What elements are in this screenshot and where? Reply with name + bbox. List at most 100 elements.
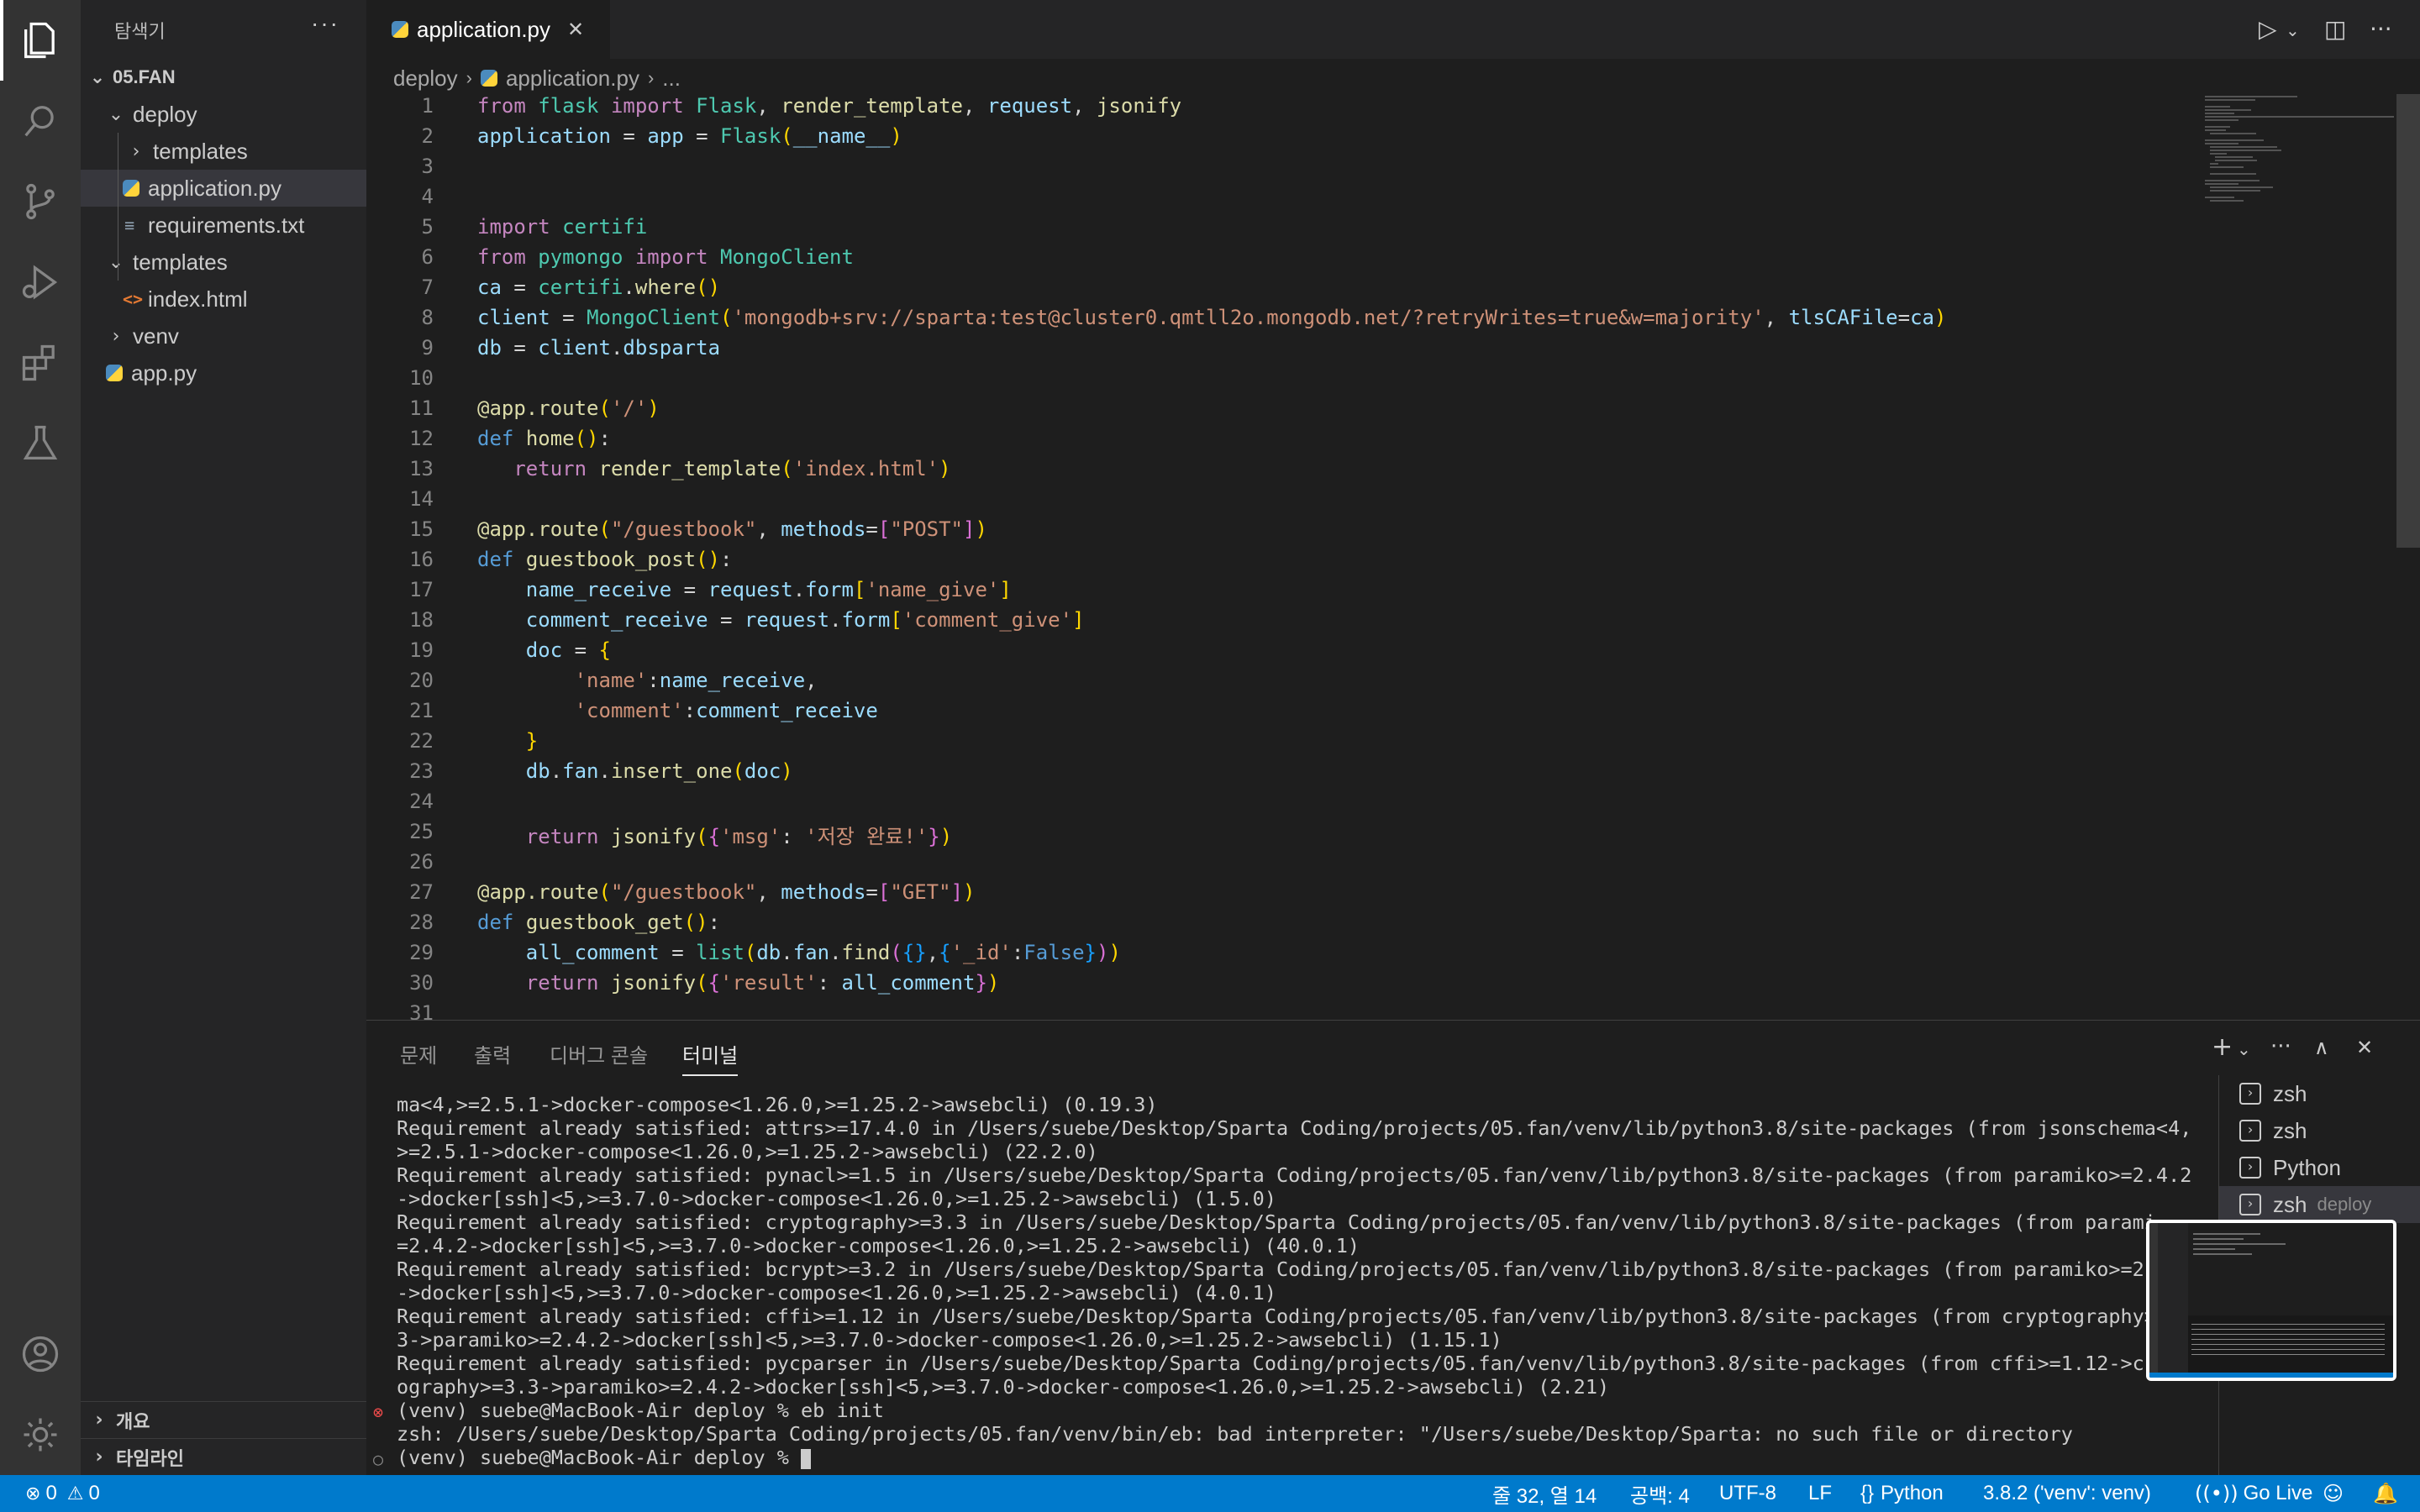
terminal-line: >=2.5.1->docker-compose<1.26.0,>=1.25.2-…: [397, 1140, 1098, 1163]
maximize-panel-icon[interactable]: ∧: [2314, 1036, 2329, 1059]
line-number: 17: [409, 578, 434, 601]
tab-debug-console[interactable]: 디버그 콘솔: [550, 1039, 648, 1068]
tab-problems[interactable]: 문제: [400, 1039, 437, 1068]
tab-application-py[interactable]: application.py ✕: [366, 0, 610, 59]
editor-scrollbar[interactable]: [2396, 94, 2420, 548]
terminal-item-zsh-deploy[interactable]: › zsh deploy: [2219, 1186, 2420, 1223]
tree-label: requirements.txt: [148, 212, 305, 238]
code-line: from flask import Flask, render_template…: [477, 94, 1182, 118]
line-number: 31: [409, 1001, 434, 1020]
notifications-bell-icon[interactable]: 🔔: [2373, 1475, 2398, 1512]
encoding[interactable]: UTF-8: [1719, 1475, 1776, 1512]
line-number: 23: [409, 759, 434, 783]
preview-graphic: [2149, 1223, 2393, 1378]
chevron-down-icon: ⌄: [108, 103, 124, 125]
line-number: 18: [409, 608, 434, 632]
prompt-dot-icon: ○: [373, 1449, 384, 1469]
tree-folder-deploy[interactable]: ⌄ deploy: [81, 96, 366, 133]
close-icon[interactable]: ✕: [567, 18, 584, 42]
problems-indicator[interactable]: ⊗ 0 ⚠ 0: [25, 1475, 100, 1512]
terminal-item-label: zsh: [2273, 1117, 2307, 1143]
split-editor-icon[interactable]: ◫: [2324, 15, 2346, 43]
warning-icon: ⚠: [66, 1483, 84, 1504]
outline-label: 개요: [116, 1410, 150, 1432]
chevron-down-icon[interactable]: ⌄: [2286, 20, 2300, 40]
tree-file-requirements[interactable]: ≡ requirements.txt: [81, 207, 366, 244]
more-actions-icon[interactable]: ···: [2370, 15, 2392, 43]
extensions-icon[interactable]: [0, 323, 81, 403]
terminal-item-zsh[interactable]: › zsh: [2239, 1075, 2307, 1112]
indentation[interactable]: 공백: 4: [1630, 1475, 1690, 1512]
run-debug-icon[interactable]: [0, 242, 81, 323]
line-number: 28: [409, 911, 434, 934]
tree-folder-venv[interactable]: › venv: [81, 318, 366, 354]
code-line: return jsonify({'msg': '저장 완료!'}): [525, 825, 953, 848]
terminal-icon: ›: [2239, 1194, 2261, 1215]
more-actions-icon[interactable]: ···: [2270, 1034, 2291, 1059]
line-ending[interactable]: LF: [1808, 1475, 1832, 1512]
code-line: all_comment = list(db.fan.find({},{'_id'…: [525, 941, 1121, 964]
tree-file-index-html[interactable]: <> index.html: [81, 281, 366, 318]
breadcrumb-symbol[interactable]: ...: [662, 66, 681, 92]
tab-output[interactable]: 출력: [474, 1039, 511, 1068]
code-line: from pymongo import MongoClient: [477, 245, 854, 269]
braces-icon: {}: [1860, 1482, 1875, 1504]
tree-folder-templates[interactable]: › templates: [81, 133, 366, 170]
line-number: 2: [421, 124, 434, 148]
line-number: 6: [421, 245, 434, 269]
language-mode[interactable]: {} Python: [1860, 1475, 1944, 1512]
tree-folder-templates-root[interactable]: ⌄ templates: [81, 244, 366, 281]
chevron-down-icon[interactable]: ⌄: [2237, 1039, 2251, 1059]
tab-terminal[interactable]: 터미널: [682, 1039, 739, 1076]
go-live-button[interactable]: ((•)) Go Live: [2195, 1475, 2312, 1512]
cursor-position[interactable]: 줄 32, 열 14: [1492, 1475, 1597, 1512]
tree-file-application-py[interactable]: application.py: [81, 170, 366, 207]
line-number: 29: [409, 941, 434, 964]
line-number: 9: [421, 336, 434, 360]
tab-label: application.py: [417, 16, 550, 42]
breadcrumb: deploy › application.py › ...: [393, 62, 681, 94]
testing-icon[interactable]: [0, 403, 81, 484]
line-number: 10: [409, 366, 434, 390]
save-message-string: '저장 완료!': [805, 825, 929, 848]
close-panel-icon[interactable]: ✕: [2356, 1036, 2373, 1059]
minimap[interactable]: [2202, 94, 2395, 212]
tree-label: application.py: [148, 175, 281, 201]
code-line: name_receive = request.form['name_give']: [525, 578, 1012, 601]
code-editor[interactable]: 1 2 3 4 5 6 7 8 9 10 11 12 13 14 15 16 17 18 19 20 21 22 23 24 2…: [366, 94, 2420, 1020]
terminal-prompt-line: (venv) suebe@MacBook-Air deploy %: [397, 1446, 812, 1469]
breadcrumb-file[interactable]: application.py: [506, 66, 639, 92]
account-icon[interactable]: [0, 1314, 81, 1394]
window-preview-thumbnail[interactable]: [2146, 1220, 2396, 1381]
feedback-icon[interactable]: ☺: [2323, 1475, 2344, 1512]
python-interpreter[interactable]: 3.8.2 ('venv': venv): [1983, 1475, 2151, 1512]
line-number: 30: [409, 971, 434, 995]
source-control-icon[interactable]: [0, 161, 81, 242]
terminal-line: ma<4,>=2.5.1->docker-compose<1.26.0,>=1.…: [397, 1093, 1158, 1116]
terminal-item-zsh[interactable]: › zsh: [2239, 1112, 2307, 1149]
run-icon[interactable]: ▷: [2259, 15, 2277, 43]
search-icon[interactable]: [0, 81, 81, 161]
outline-section[interactable]: › 개요: [81, 1401, 366, 1438]
explorer-icon[interactable]: [0, 0, 81, 81]
broadcast-icon: ((•)): [2195, 1482, 2238, 1505]
code-line: @app.route("/guestbook", methods=["GET"]…: [477, 880, 976, 904]
terminal-item-python[interactable]: › Python: [2239, 1149, 2341, 1186]
code-line: }: [525, 729, 539, 753]
error-dot-icon: ⊗: [373, 1402, 384, 1422]
bottom-panel: 문제 출력 디버그 콘솔 터미널 + ⌄ ··· ∧ ✕ ma<4,>=2.5.…: [366, 1020, 2420, 1475]
timeline-section[interactable]: › 타임라인: [81, 1438, 366, 1475]
terminal-cursor: [801, 1448, 812, 1469]
settings-gear-icon[interactable]: [0, 1394, 81, 1475]
breadcrumb-folder[interactable]: deploy: [393, 66, 458, 92]
workspace-root[interactable]: ⌄ 05.FAN: [81, 59, 366, 96]
chevron-right-icon: ›: [95, 1446, 103, 1467]
new-terminal-icon[interactable]: +: [2212, 1032, 2233, 1062]
line-number: 14: [409, 487, 434, 511]
explorer-more-icon[interactable]: ···: [311, 10, 339, 37]
editor-tab-bar: application.py ✕ ▷ ⌄ ◫ ···: [366, 0, 2420, 59]
terminal-icon: ›: [2239, 1157, 2261, 1179]
tree-file-app-py[interactable]: app.py: [81, 354, 366, 391]
tree-label: templates: [133, 249, 228, 275]
terminal-icon: ›: [2239, 1120, 2261, 1142]
